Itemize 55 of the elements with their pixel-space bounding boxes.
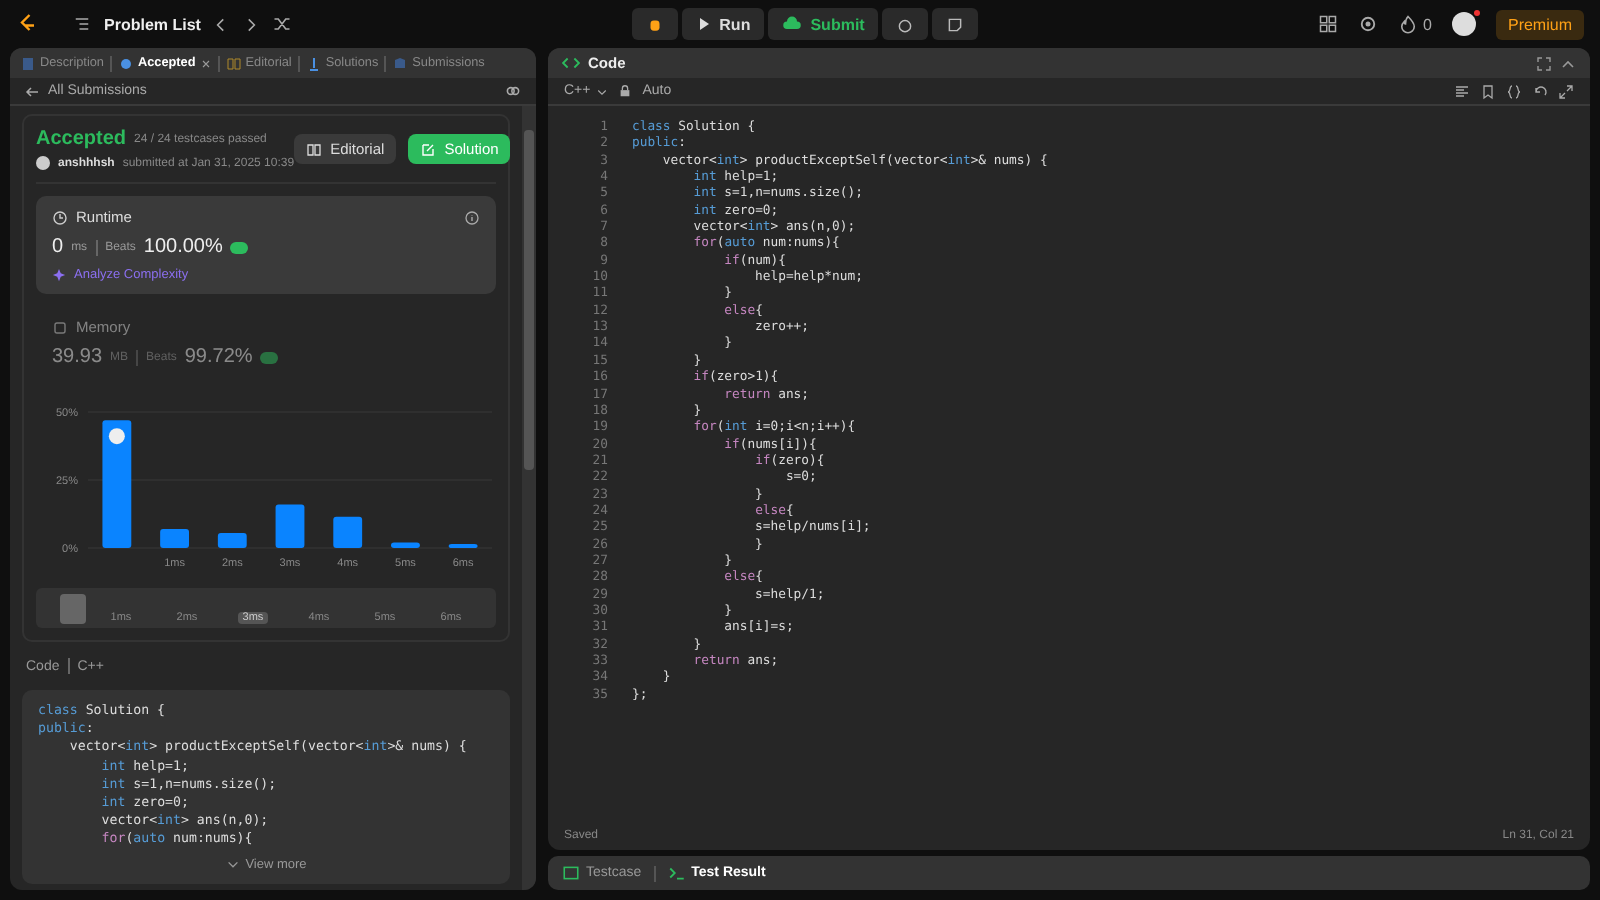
cloud-upload-icon xyxy=(782,14,803,34)
streak-count: 0 xyxy=(1423,15,1432,33)
memory-value: 39.93 xyxy=(52,346,103,368)
bar[interactable] xyxy=(448,543,478,548)
edit-icon xyxy=(420,141,437,157)
format-icon[interactable] xyxy=(1454,83,1470,99)
notification-dot xyxy=(1473,10,1480,16)
arrow-left-icon[interactable] xyxy=(24,83,40,99)
avatar[interactable] xyxy=(1451,12,1476,36)
play-icon xyxy=(695,16,712,32)
book-icon xyxy=(306,141,323,157)
sparkle-icon xyxy=(52,268,66,282)
note-icon xyxy=(946,15,965,33)
runtime-value: 0 xyxy=(52,236,64,258)
debug-button[interactable] xyxy=(631,8,678,40)
status-text: Accepted xyxy=(36,128,127,150)
avatar xyxy=(108,428,125,445)
submit-button[interactable]: Submit xyxy=(768,8,879,40)
chevron-down-icon xyxy=(596,85,609,97)
bar[interactable] xyxy=(102,420,132,548)
lock-icon xyxy=(618,84,633,98)
avatar xyxy=(36,156,50,170)
maximize-icon[interactable] xyxy=(1536,55,1552,71)
chip-icon xyxy=(52,319,68,335)
chevron-down-icon xyxy=(225,857,240,872)
badge-icon xyxy=(260,351,279,363)
terminal-icon xyxy=(667,864,686,882)
grid-icon[interactable] xyxy=(1317,14,1338,34)
book-icon xyxy=(225,55,242,71)
expand-icon[interactable] xyxy=(1558,83,1574,99)
clock-icon xyxy=(52,209,68,225)
problem-list-link[interactable]: Problem List xyxy=(104,15,201,33)
note-button[interactable] xyxy=(932,8,979,40)
info-icon[interactable] xyxy=(464,209,480,225)
close-icon[interactable] xyxy=(199,57,212,69)
beats-percent: 100.00% xyxy=(143,236,223,258)
list-icon xyxy=(72,14,92,34)
badge-icon xyxy=(230,241,249,253)
braces-icon[interactable] xyxy=(1506,83,1522,99)
shuffle-icon[interactable] xyxy=(272,14,293,34)
run-button[interactable]: Run xyxy=(681,8,765,40)
range-handle[interactable] xyxy=(60,594,86,624)
chevron-up-icon[interactable] xyxy=(1560,55,1576,71)
alarm-clock-button[interactable] xyxy=(882,8,929,40)
bookmark-icon[interactable] xyxy=(1480,83,1496,99)
premium-button[interactable]: Premium xyxy=(1495,9,1584,39)
checkbox-icon xyxy=(562,864,580,882)
beats-percent: 99.72% xyxy=(184,346,253,368)
settings-icon[interactable] xyxy=(1357,14,1378,34)
document-icon xyxy=(20,55,36,71)
logo-icon xyxy=(16,12,40,36)
flame-icon xyxy=(1397,14,1418,34)
bar[interactable] xyxy=(160,528,189,548)
code-icon xyxy=(562,54,580,72)
undo-icon[interactable] xyxy=(1532,83,1548,99)
